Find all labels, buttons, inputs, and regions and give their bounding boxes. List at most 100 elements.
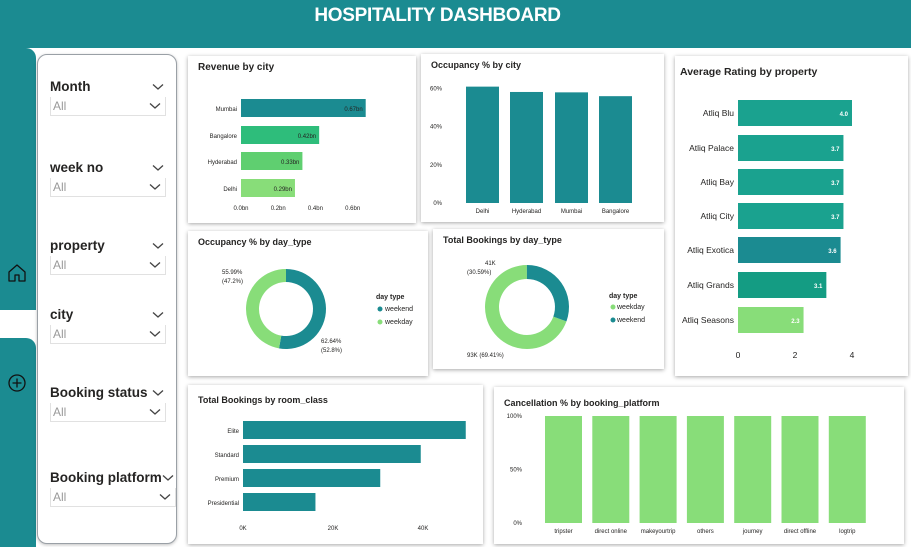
slicer-booking-platform[interactable]: Booking platform All xyxy=(50,470,176,507)
bar xyxy=(599,96,632,203)
tick-label: 100% xyxy=(507,414,523,420)
slicer-dropdown[interactable]: All xyxy=(50,178,166,197)
data-label: 2.3 xyxy=(791,319,800,325)
cancellation-by-platform-card: Cancellation % by booking_platform 0% 50%… xyxy=(494,387,904,544)
slicer-month[interactable]: Month All xyxy=(50,79,166,116)
tick-label: 2 xyxy=(793,350,798,360)
chevron-down-icon[interactable] xyxy=(159,493,171,501)
slicer-booking-status[interactable]: Booking status All xyxy=(50,385,166,422)
slicer-dropdown[interactable]: All xyxy=(50,325,166,344)
category-label: Standard xyxy=(215,453,239,459)
category-label: Mumbai xyxy=(216,107,237,113)
slicer-value: All xyxy=(53,327,67,341)
category-label: others xyxy=(697,529,714,535)
category-label: Atliq Grands xyxy=(687,280,734,290)
data-label: 3.7 xyxy=(831,181,840,187)
bar xyxy=(738,237,841,263)
category-label: logtrip xyxy=(839,529,856,535)
donut-slice xyxy=(278,269,327,349)
average-rating-chart: Atliq Blu 4.0 Atliq Palace 3.7 Atliq Bay 3.7 A… xyxy=(682,100,855,360)
data-label: 3.1 xyxy=(814,284,823,290)
category-label: Elite xyxy=(227,429,239,435)
chevron-down-icon[interactable] xyxy=(152,83,164,91)
legend-title: day type xyxy=(609,293,638,300)
bar xyxy=(243,469,381,487)
slicer-dropdown[interactable]: All xyxy=(50,256,166,275)
data-label: (47.2%) xyxy=(222,279,243,285)
tick-label: 20% xyxy=(430,163,443,169)
category-label: journey xyxy=(742,529,763,535)
data-label: 0.29bn xyxy=(274,187,292,193)
chevron-down-icon[interactable] xyxy=(149,330,161,338)
chevron-down-icon[interactable] xyxy=(162,474,174,482)
category-label: Mumbai xyxy=(561,209,582,215)
slicer-dropdown[interactable]: All xyxy=(50,403,166,422)
category-label: Atliq Exotica xyxy=(687,245,734,255)
slicer-dropdown[interactable]: All xyxy=(50,97,166,116)
category-label: makeyourtrip xyxy=(641,529,676,535)
chevron-down-icon[interactable] xyxy=(149,102,161,110)
tick-label: 4 xyxy=(850,350,855,360)
data-label: (30.59%) xyxy=(467,270,491,276)
revenue-by-city-chart: Mumbai 0.67bn Bangalore 0.42bn Hyderabad 0.33… xyxy=(208,99,366,212)
slicer-value: All xyxy=(53,490,67,504)
legend-label: weekend xyxy=(384,306,413,313)
category-label: Hyderabad xyxy=(512,209,541,215)
legend-marker xyxy=(377,319,383,325)
bar xyxy=(545,416,582,523)
category-label: Delhi xyxy=(476,209,490,215)
slicer-week-no[interactable]: week no All xyxy=(50,160,166,197)
slicer-property[interactable]: property All xyxy=(50,238,166,275)
data-label: 0.67bn xyxy=(344,107,362,113)
bar xyxy=(639,416,677,523)
bar xyxy=(828,416,866,523)
add-circle-icon[interactable] xyxy=(6,372,28,394)
legend-label: weekday xyxy=(616,304,645,311)
slicer-value: All xyxy=(53,99,67,113)
cancellation-by-platform-chart: 0% 50% 100% tripster direct online makeyourtr… xyxy=(507,414,866,535)
category-label: Atliq City xyxy=(700,211,734,221)
data-label: 62.64% xyxy=(321,339,342,345)
slicer-label: Month xyxy=(50,79,91,94)
category-label: Hyderabad xyxy=(208,160,237,166)
chevron-down-icon[interactable] xyxy=(152,242,164,250)
legend-title: day type xyxy=(376,294,405,301)
slicer-label: Booking status xyxy=(50,385,148,400)
chevron-down-icon[interactable] xyxy=(152,389,164,397)
bar xyxy=(243,445,421,463)
slicer-dropdown[interactable]: All xyxy=(50,488,176,507)
chevron-down-icon[interactable] xyxy=(149,183,161,191)
bar xyxy=(243,421,466,439)
slicer-city[interactable]: city All xyxy=(50,307,166,344)
category-label: Delhi xyxy=(223,187,237,193)
chevron-down-icon[interactable] xyxy=(149,408,161,416)
home-icon[interactable] xyxy=(6,262,28,284)
tick-label: 40% xyxy=(430,125,443,131)
bar xyxy=(738,100,852,126)
occupancy-by-city-card: Occupancy % by city 0% 20% 40% 60% Delhi Hyde… xyxy=(421,54,664,222)
legend-label: weekend xyxy=(616,317,645,324)
category-label: direct online xyxy=(595,529,628,535)
category-label: Bangalore xyxy=(602,209,630,215)
slicer-label: city xyxy=(50,307,74,322)
bar xyxy=(592,416,630,523)
left-rail xyxy=(0,48,36,547)
tick-label: 0% xyxy=(513,521,522,527)
rail-bottom-panel xyxy=(0,338,36,547)
occupancy-by-day-type-chart: 55.99% (47.2%) 62.64% (52.8%) day type weeken… xyxy=(222,269,413,354)
legend-marker xyxy=(610,304,616,310)
chevron-down-icon[interactable] xyxy=(149,261,161,269)
legend-label: weekday xyxy=(384,319,413,326)
slicer-label: Booking platform xyxy=(50,470,162,485)
tick-label: 0% xyxy=(433,201,442,207)
dashboard-title: HOSPITALITY DASHBOARD xyxy=(314,5,561,26)
bar xyxy=(243,493,316,511)
tick-label: 0.6bn xyxy=(345,206,360,212)
bar xyxy=(555,92,588,203)
category-label: tripster xyxy=(554,529,572,535)
chevron-down-icon[interactable] xyxy=(152,311,164,319)
chevron-down-icon[interactable] xyxy=(152,164,164,172)
data-label: 4.0 xyxy=(840,112,849,118)
bar xyxy=(686,416,724,523)
tick-label: 0.2bn xyxy=(271,206,286,212)
